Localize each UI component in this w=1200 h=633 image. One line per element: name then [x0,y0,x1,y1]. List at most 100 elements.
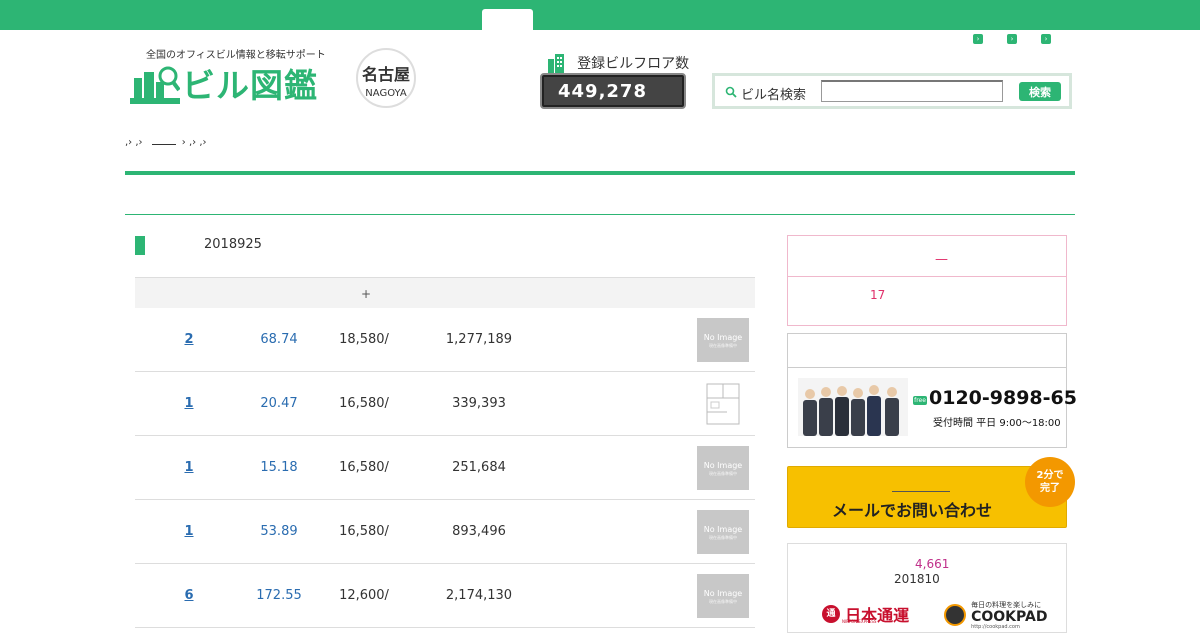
no-image-text: No Image [703,589,743,598]
listing-rent: 16,580/ [339,396,389,411]
mail-badge-line2: 完了 [1040,483,1060,494]
mail-badge-line1: 2分で [1036,470,1064,481]
cookpad-name: COOKPAD [971,609,1048,625]
listing-floor[interactable]: 1 [183,396,195,411]
listing-floor[interactable]: 1 [183,460,195,475]
search-icon [725,86,737,98]
section-marker [135,236,145,255]
breadcrumb-link-underlined[interactable] [151,144,176,145]
search-input[interactable] [821,80,1003,102]
breadcrumb: ,› ,› › ,› ,› [125,137,207,148]
floor-count-label: 登録ビルフロア数 [577,55,690,72]
title-rule-thin [125,214,1075,215]
no-image-subtext: 現在画像準備中 [709,599,737,604]
no-image-thumbnail[interactable]: No Image 現在画像準備中 [697,574,749,618]
listing-total: 251,684 [452,460,506,475]
top-nav-bar [0,0,1200,30]
listing-area: 15.18 [260,460,298,475]
clients-count: 4,661 [915,557,950,571]
mail-button-rule [892,491,950,492]
title-rule-thick [125,171,1075,175]
table-row[interactable]: 2 68.74 18,580/1,277,189 No Image 現在画像準備中 [135,308,755,372]
listing-rent: 18,580/ [339,332,389,347]
floor-plan-thumbnail[interactable] [697,382,749,426]
table-row[interactable]: 1 15.18 16,580/251,684 No Image 現在画像準備中 [135,436,755,500]
breadcrumb-item-5[interactable]: ,› [199,137,206,148]
no-image-thumbnail[interactable]: No Image 現在画像準備中 [697,510,749,554]
nittsu-sub: NIPPON EXPRESS [842,619,877,624]
city-name-en: NAGOYA [365,88,407,99]
site-header: 全国のオフィスビル情報と移転サポート ビル図鑑 名古屋 NAGOYA 登録ビルフ… [0,30,1200,125]
listing-rent: 16,580/ [339,460,389,475]
listing-floor[interactable]: 6 [183,588,195,603]
utility-links: › › › [972,34,1062,46]
search-label: ビル名検索 [741,88,807,103]
floor-count-box: 449,278 [540,73,686,109]
breadcrumb-item-1[interactable]: ,› [125,137,132,148]
floor-count-label-wrap: 登録ビルフロア数 [546,52,689,74]
nittsu-badge-icon: 通 [822,605,840,623]
listing-rent: 16,580/ [339,524,389,539]
city-badge: 名古屋 NAGOYA [356,48,416,108]
table-row[interactable]: 1 53.89 16,580/893,496 No Image 現在画像準備中 [135,500,755,564]
listing-total: 339,393 [452,396,506,411]
no-image-thumbnail[interactable]: No Image 現在画像準備中 [697,318,749,362]
logo-building-icon[interactable] [130,64,180,106]
clients-year: 201810 [894,572,940,586]
phone-hours: 受付時間 平日 9:00〜18:00 [933,418,1061,429]
building-search-box: ビル名検索 検索 [712,73,1072,109]
floor-count-value: 449,278 [558,81,647,102]
site-tagline: 全国のオフィスビル情報と移転サポート [146,50,326,61]
listing-total: 2,174,130 [445,588,513,603]
mail-quick-badge: 2分で 完了 [1025,457,1075,507]
cookpad-text-wrap: 毎日の料理を楽しみに COOKPAD http://cookpad.com [971,600,1047,630]
floor-plan-icon [706,383,740,425]
no-image-text: No Image [703,461,743,470]
contact-box-divider [788,367,1066,368]
listing-total: 1,277,189 [445,332,513,347]
cookpad-logo: 毎日の料理を楽しみに COOKPAD http://cookpad.com [944,600,1047,630]
sidebar-vacancy-box[interactable]: — 17 [787,235,1067,326]
table-row[interactable]: 6 172.55 12,600/2,174,130 No Image 現在画像準備中 [135,564,755,628]
vacancy-count: 17 [870,288,886,302]
listing-floor[interactable]: 2 [183,332,195,347]
utility-link-3[interactable]: › [1041,34,1051,44]
breadcrumb-item-4[interactable]: ,› [189,137,196,148]
table-header-label: + [361,287,372,301]
breadcrumb-item-3: › [181,137,186,148]
vacancy-box-divider [788,276,1066,277]
staff-photo [798,378,908,436]
cookpad-chef-icon [944,604,966,626]
no-image-subtext: 現在画像準備中 [709,343,737,348]
listing-floor[interactable]: 1 [183,524,195,539]
free-dial-icon: free [913,396,927,405]
phone-number[interactable]: 0120-9898-65 [929,387,1077,409]
listing-area: 68.74 [260,332,298,347]
search-button[interactable]: 検索 [1019,82,1061,101]
listing-area: 20.47 [260,396,298,411]
no-image-thumbnail[interactable]: No Image 現在画像準備中 [697,446,749,490]
utility-link-1[interactable]: › [973,34,983,44]
sidebar-clients-box: 4,661 201810 通 日本通運 NIPPON EXPRESS 毎日の料理… [787,543,1067,633]
listing-rent: 12,600/ [339,588,389,603]
listing-area: 172.55 [256,588,302,603]
building-icon [548,53,564,73]
nittsu-logo: 通 日本通運 NIPPON EXPRESS [822,602,909,626]
vacancy-box-title: — [935,252,948,267]
listing-area: 53.89 [260,524,298,539]
no-image-subtext: 現在画像準備中 [709,471,737,476]
utility-link-2[interactable]: › [1007,34,1017,44]
no-image-text: No Image [703,333,743,342]
no-image-text: No Image [703,525,743,534]
table-row[interactable]: 1 20.47 16,580/339,393 [135,372,755,436]
breadcrumb-item-2[interactable]: ,› [135,137,142,148]
logo-text[interactable]: ビル図鑑 [182,66,318,106]
no-image-subtext: 現在画像準備中 [709,535,737,540]
sidebar-contact-box[interactable]: free 0120-9898-65 受付時間 平日 9:00〜18:00 [787,333,1077,448]
listing-table-header: + [135,277,755,308]
city-name-jp: 名古屋 [361,65,410,84]
mail-inquiry-label: メールでお問い合わせ [832,501,993,520]
listing-total: 893,496 [452,524,506,539]
section-date: 2018925 [204,237,262,252]
top-nav-tab[interactable] [482,9,533,30]
